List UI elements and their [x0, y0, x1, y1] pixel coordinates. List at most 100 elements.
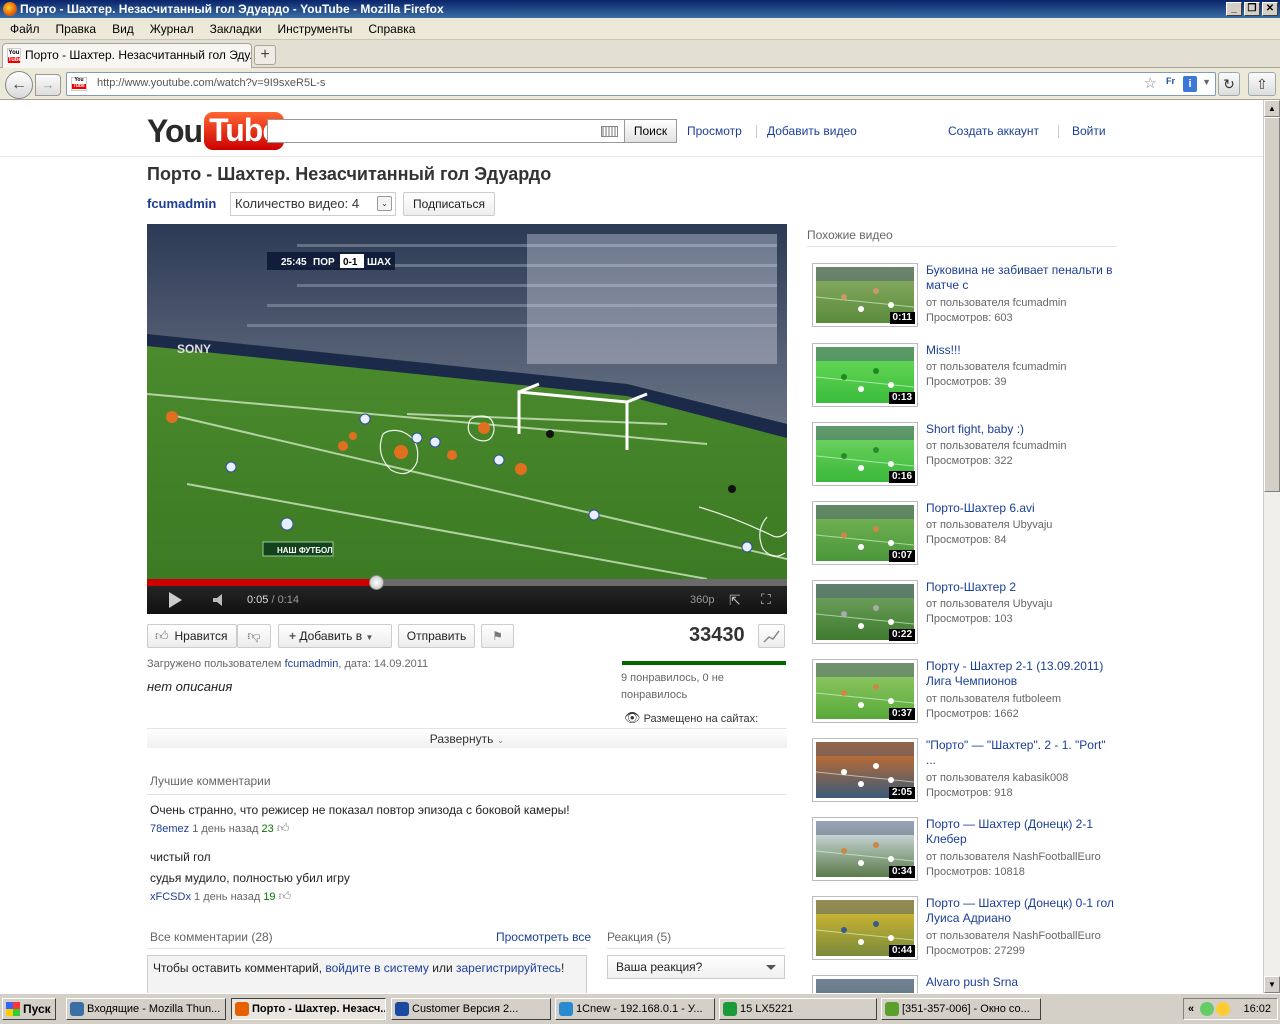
- like-button[interactable]: 👍︎ Нравится: [147, 624, 237, 648]
- taskbar-task[interactable]: 15 LX5221: [719, 998, 877, 1020]
- uploader-link[interactable]: fcumadmin: [285, 658, 339, 670]
- browse-link[interactable]: Просмотр: [687, 124, 742, 138]
- menu-file[interactable]: Файл: [2, 22, 48, 36]
- register-link[interactable]: зарегистрируйтесь: [456, 961, 561, 975]
- progress-bar[interactable]: [147, 575, 787, 590]
- menu-edit[interactable]: Правка: [48, 22, 105, 36]
- search-button[interactable]: Поиск: [624, 119, 677, 143]
- scroll-down-icon[interactable]: ▼: [1264, 976, 1280, 993]
- reaction-select[interactable]: Ваша реакция?: [607, 955, 785, 979]
- related-video-item[interactable]: 0:07 Порто-Шахтер 6.avi от пользователя Ub…: [812, 501, 1122, 567]
- bookmark-star-icon[interactable]: ☆: [1144, 74, 1157, 92]
- related-video-item[interactable]: Alvaro push Srna: [812, 975, 1122, 993]
- minimize-button[interactable]: _: [1226, 2, 1242, 16]
- related-video-thumbnail[interactable]: 0:07: [812, 501, 918, 565]
- close-button[interactable]: ✕: [1262, 2, 1278, 16]
- tab-youtube[interactable]: You Tube Порто - Шахтер. Незасчитанный го…: [2, 43, 252, 68]
- forward-button[interactable]: →: [35, 74, 61, 96]
- add-to-button[interactable]: + Добавить в ▼: [278, 624, 392, 648]
- channel-video-count[interactable]: Количество видео: 4 ⌄: [230, 192, 396, 216]
- keyboard-icon[interactable]: [601, 126, 618, 137]
- upload-link[interactable]: Добавить видео: [767, 124, 857, 138]
- related-video-thumbnail[interactable]: 0:44: [812, 896, 918, 960]
- comment-author[interactable]: xFCSDx: [150, 891, 191, 903]
- related-video-thumbnail[interactable]: 0:16: [812, 422, 918, 486]
- taskbar-task[interactable]: Входящие - Mozilla Thun...: [66, 998, 226, 1020]
- related-video-item[interactable]: 0:37 Порту - Шахтер 2-1 (13.09.2011) Лига…: [812, 659, 1122, 725]
- related-video-item[interactable]: 0:16 Short fight, baby :) от пользователя …: [812, 422, 1122, 488]
- related-video-title[interactable]: Порто-Шахтер 6.avi: [926, 501, 1116, 516]
- menu-history[interactable]: Журнал: [142, 22, 202, 36]
- scrollbar-thumb[interactable]: [1264, 117, 1280, 492]
- maximize-button[interactable]: ❐: [1244, 2, 1260, 16]
- comment-author[interactable]: 78emez: [150, 823, 189, 835]
- related-video-title[interactable]: Буковина не забивает пенальти в матче с: [926, 263, 1116, 293]
- taskbar-task[interactable]: 1Cnew - 192.168.0.1 - У...: [555, 998, 715, 1020]
- create-account-link[interactable]: Создать аккаунт: [948, 124, 1039, 138]
- related-video-thumbnail[interactable]: 0:11: [812, 263, 918, 327]
- related-video-thumbnail[interactable]: 2:05: [812, 738, 918, 802]
- related-video-thumbnail[interactable]: 0:37: [812, 659, 918, 723]
- related-video-item[interactable]: 0:44 Порто — Шахтер (Донецк) 0-1 гол Луис…: [812, 896, 1122, 962]
- flag-button[interactable]: ⚑: [481, 624, 514, 648]
- related-video-thumbnail[interactable]: 0:22: [812, 580, 918, 644]
- login-link[interactable]: войдите в систему: [325, 961, 429, 975]
- chevron-down-icon[interactable]: ⌄: [377, 196, 392, 211]
- address-bar[interactable]: You Tube http://www.youtube.com/watch?v=9…: [66, 72, 1216, 96]
- tray-expand-button[interactable]: «: [1188, 999, 1194, 1019]
- related-video-item[interactable]: 0:13 Miss!!! от пользователя fcumadmin Прос…: [812, 343, 1122, 409]
- thumbs-up-icon[interactable]: 👍︎: [279, 889, 292, 903]
- subscribe-button[interactable]: Подписаться: [403, 192, 495, 216]
- fullscreen-icon[interactable]: ⛶: [761, 591, 771, 608]
- taskbar-task[interactable]: Customer Версия 2...: [391, 998, 551, 1020]
- info-icon[interactable]: i: [1183, 76, 1197, 92]
- see-all-comments-link[interactable]: Просмотреть все: [496, 930, 591, 944]
- related-video-item[interactable]: 0:11 Буковина не забивает пенальти в матч…: [812, 263, 1122, 329]
- related-video-thumbnail[interactable]: 0:13: [812, 343, 918, 407]
- related-video-thumbnail[interactable]: [812, 975, 918, 993]
- youtube-logo[interactable]: You Tube: [147, 112, 285, 150]
- related-video-title[interactable]: Miss!!!: [926, 343, 1116, 358]
- menu-view[interactable]: Вид: [104, 22, 142, 36]
- share-button[interactable]: Отправить: [398, 624, 475, 648]
- related-video-title[interactable]: Порту - Шахтер 2-1 (13.09.2011) Лига Чем…: [926, 659, 1116, 689]
- back-button[interactable]: ←: [5, 71, 33, 99]
- stats-button[interactable]: [758, 624, 785, 648]
- related-video-title[interactable]: "Порто" — "Шахтер". 2 - 1. "Port" ...: [926, 738, 1116, 768]
- sign-in-link[interactable]: Войти: [1072, 124, 1106, 138]
- expand-description-button[interactable]: Развернуть ⌄: [147, 728, 787, 748]
- scroll-up-icon[interactable]: ▲: [1264, 100, 1280, 117]
- related-video-title[interactable]: Порто-Шахтер 2: [926, 580, 1116, 595]
- play-icon[interactable]: [169, 592, 182, 608]
- related-video-title[interactable]: Порто — Шахтер (Донецк) 0-1 гол Луиса Ад…: [926, 896, 1116, 926]
- dislike-button[interactable]: 👎︎: [237, 624, 271, 648]
- tray-app-icon[interactable]: [1216, 1002, 1230, 1016]
- related-video-title[interactable]: Порто — Шахтер (Донецк) 2-1 Клебер: [926, 817, 1116, 847]
- new-tab-button[interactable]: +: [254, 45, 276, 65]
- menu-help[interactable]: Справка: [360, 22, 423, 36]
- related-video-title[interactable]: Alvaro push Srna: [926, 975, 1116, 990]
- related-video-item[interactable]: 2:05 "Порто" — "Шахтер". 2 - 1. "Port" ..…: [812, 738, 1122, 804]
- channel-link[interactable]: fcumadmin: [147, 196, 216, 211]
- embedded-sites-link[interactable]: 👁︎ Размещено на сайтах:: [624, 710, 758, 726]
- home-button[interactable]: ⇧: [1248, 72, 1276, 96]
- menu-tools[interactable]: Инструменты: [270, 22, 361, 36]
- taskbar-task[interactable]: Порто - Шахтер. Незасч...: [231, 998, 386, 1020]
- menu-bookmarks[interactable]: Закладки: [202, 22, 270, 36]
- expand-player-icon[interactable]: ⇱: [729, 592, 741, 609]
- url-dropdown-icon[interactable]: ▼: [1202, 77, 1211, 87]
- tray-app-icon[interactable]: [1200, 1002, 1214, 1016]
- thumbs-up-icon[interactable]: 👍︎: [277, 821, 290, 835]
- related-video-item[interactable]: 0:22 Порто-Шахтер 2 от пользователя Ubyvaj…: [812, 580, 1122, 646]
- taskbar-task[interactable]: [351-357-006] - Окно со...: [881, 998, 1041, 1020]
- related-video-thumbnail[interactable]: 0:34: [812, 817, 918, 881]
- video-player[interactable]: SONY 25:45 ПОР 0-1 ШАХ НАШ ФУТБОЛ 0:05 /…: [147, 224, 787, 614]
- translate-badge[interactable]: Fr: [1166, 76, 1175, 86]
- volume-icon[interactable]: [213, 594, 227, 606]
- quality-button[interactable]: 360p: [690, 594, 714, 606]
- reload-button[interactable]: ↻: [1218, 72, 1240, 96]
- page-scrollbar[interactable]: ▲ ▼: [1263, 100, 1280, 993]
- related-video-title[interactable]: Short fight, baby :): [926, 422, 1116, 437]
- related-video-item[interactable]: 0:34 Порто — Шахтер (Донецк) 2-1 Клебер от…: [812, 817, 1122, 883]
- search-input[interactable]: [267, 119, 625, 143]
